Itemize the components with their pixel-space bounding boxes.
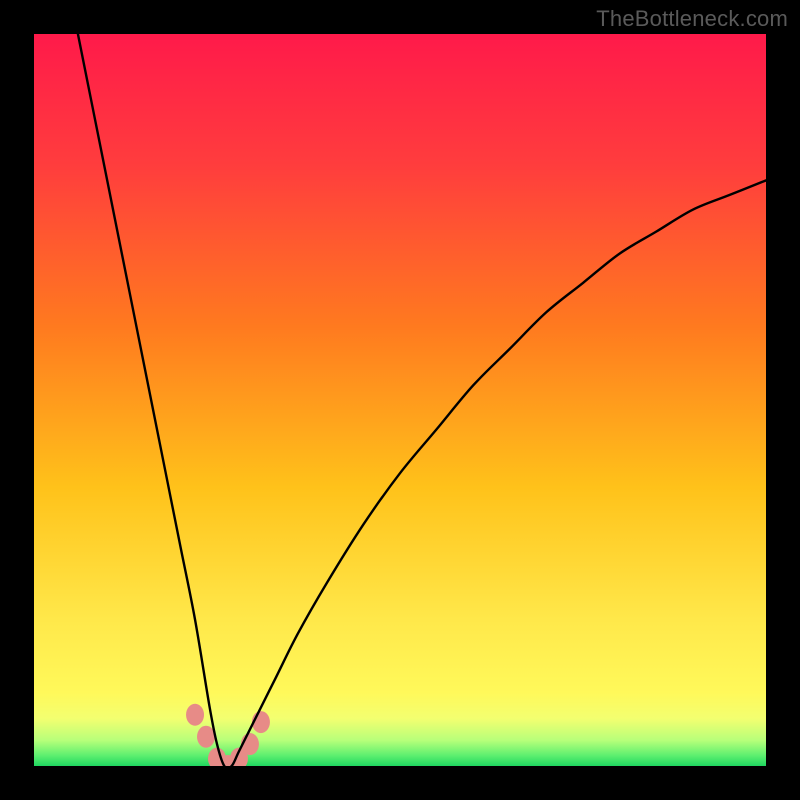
- bottleneck-curve: [78, 34, 766, 766]
- min-marker: [186, 704, 204, 726]
- chart-frame: TheBottleneck.com: [0, 0, 800, 800]
- min-marker: [197, 726, 215, 748]
- curve-layer: [34, 34, 766, 766]
- plot-area: [34, 34, 766, 766]
- watermark-text: TheBottleneck.com: [596, 6, 788, 32]
